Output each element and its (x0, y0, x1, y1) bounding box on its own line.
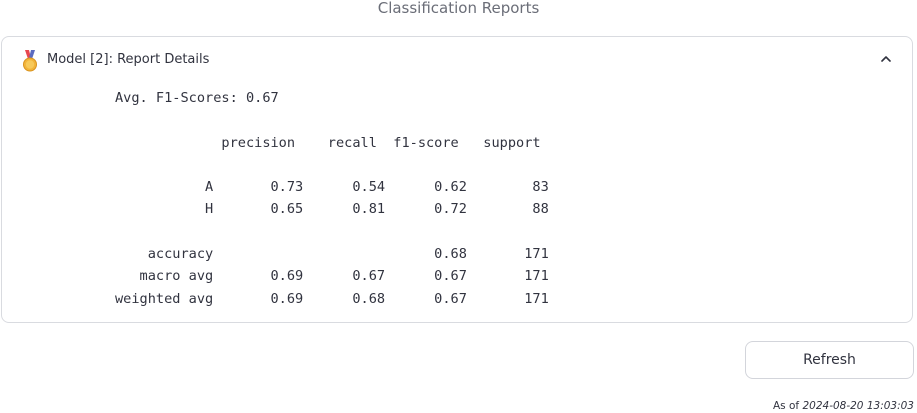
report-line: precision recall f1-score support (115, 134, 541, 151)
expander-header[interactable]: Model [2]: Report Details (2, 37, 912, 83)
report-line: weighted avg 0.69 0.68 0.67 171 (115, 290, 549, 307)
timestamp-value: 2024-08-20 13:03:03 (802, 400, 914, 412)
classification-report: Avg. F1-Scores: 0.67 precision recall f1… (115, 87, 549, 310)
expander-title: Model [2]: Report Details (47, 52, 210, 67)
report-line: A 0.73 0.54 0.62 83 (115, 179, 549, 196)
timestamp-prefix: As of (773, 400, 800, 412)
refresh-button[interactable]: Refresh (745, 341, 914, 379)
report-line: H 0.65 0.81 0.72 88 (115, 201, 549, 218)
page-title: Classification Reports (377, 0, 540, 17)
report-line: accuracy 0.68 171 (115, 246, 549, 263)
medal-icon (23, 50, 37, 72)
report-line: Avg. F1-Scores: 0.67 (115, 90, 279, 106)
report-details-expander: Model [2]: Report Details Avg. F1-Scores… (1, 36, 913, 323)
chevron-up-icon[interactable] (880, 53, 892, 65)
last-updated-timestamp: As of 2024-08-20 13:03:03 (773, 400, 914, 413)
report-line: macro avg 0.69 0.67 0.67 171 (115, 268, 549, 285)
